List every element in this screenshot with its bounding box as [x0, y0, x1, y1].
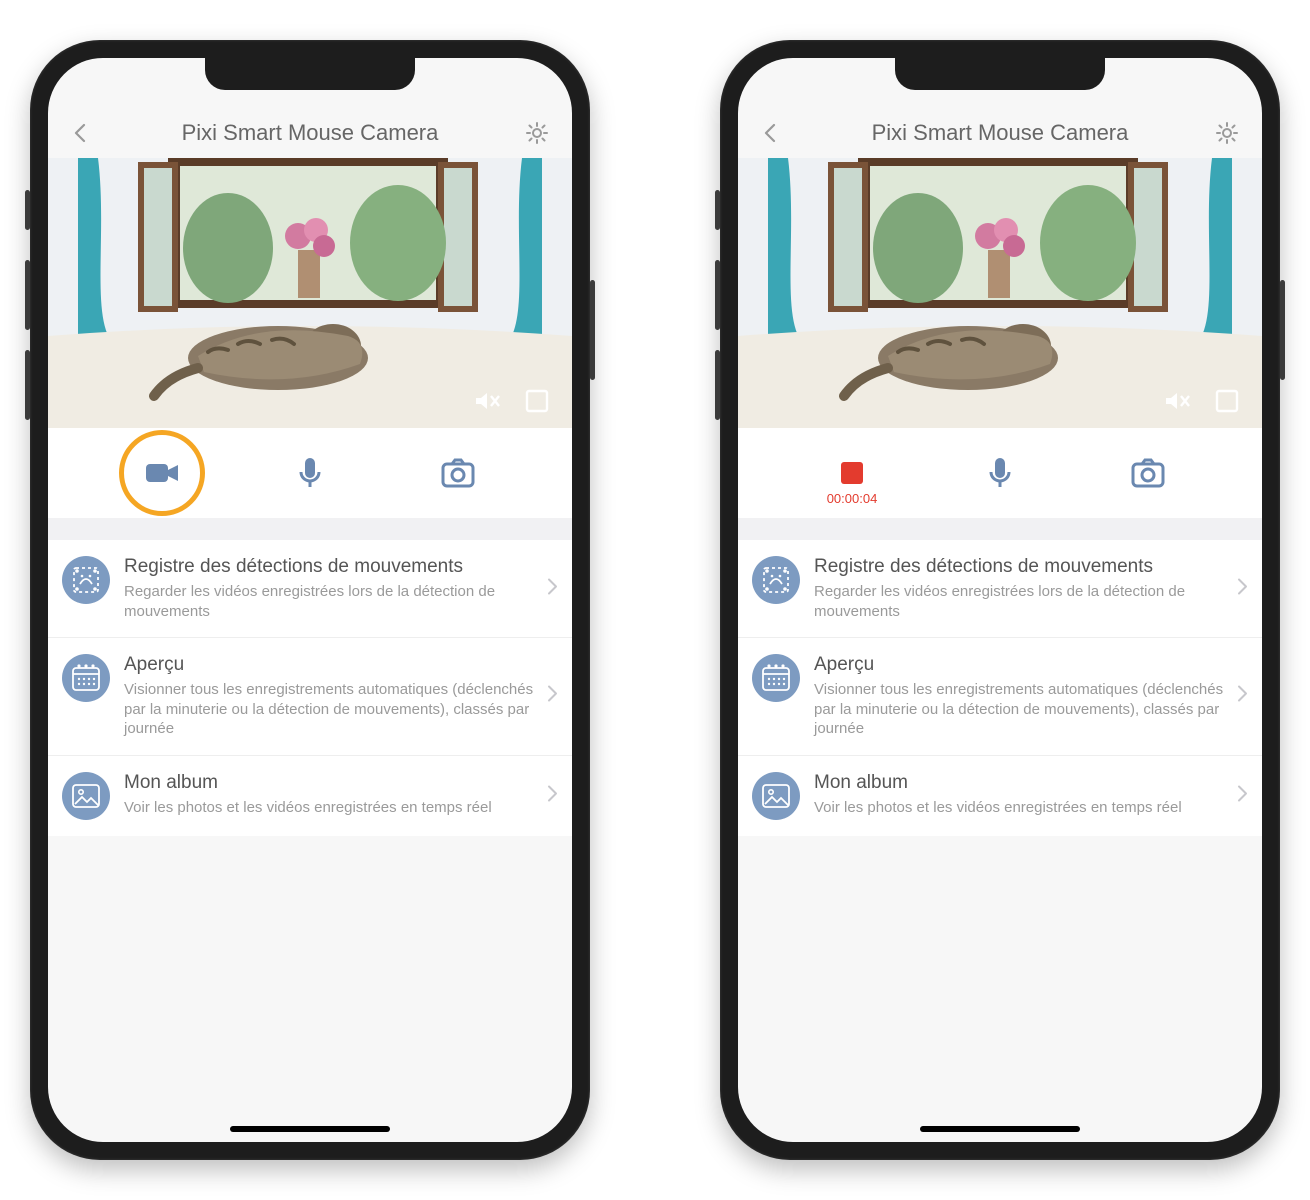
stop-recording-icon: [841, 462, 863, 484]
menu-title: Aperçu: [124, 654, 536, 676]
chevron-right-icon: [544, 783, 560, 808]
back-button[interactable]: [70, 122, 92, 144]
calendar-icon: [62, 654, 110, 702]
back-button[interactable]: [760, 122, 782, 144]
settings-button[interactable]: [1214, 120, 1240, 146]
menu-subtitle: Regarder les vidéos enregistrées lors de…: [814, 582, 1226, 621]
mute-button[interactable]: [472, 386, 502, 416]
talk-button[interactable]: [286, 449, 334, 497]
mute-button[interactable]: [1162, 386, 1192, 416]
camera-feed[interactable]: [48, 158, 572, 428]
snapshot-button[interactable]: [434, 449, 482, 497]
menu-item-motion-log[interactable]: Registre des détections de mouvements Re…: [738, 540, 1262, 638]
menu-subtitle: Regarder les vidéos enregistrées lors de…: [124, 582, 536, 621]
snapshot-button[interactable]: [1124, 449, 1172, 497]
menu-list: Registre des détections de mouvements Re…: [48, 540, 572, 836]
menu-title: Aperçu: [814, 654, 1226, 676]
page-title: Pixi Smart Mouse Camera: [872, 120, 1129, 146]
settings-button[interactable]: [524, 120, 550, 146]
menu-subtitle: Voir les photos et les vidéos enregistré…: [124, 798, 536, 818]
camera-feed[interactable]: [738, 158, 1262, 428]
talk-button[interactable]: [976, 449, 1024, 497]
menu-title: Registre des détections de mouvements: [124, 556, 536, 578]
menu-title: Registre des détections de mouvements: [814, 556, 1226, 578]
chevron-right-icon: [1234, 783, 1250, 808]
menu-item-motion-log[interactable]: Registre des détections de mouvements Re…: [48, 540, 572, 638]
chevron-right-icon: [544, 576, 560, 601]
home-indicator[interactable]: [230, 1126, 390, 1132]
home-indicator[interactable]: [920, 1126, 1080, 1132]
menu-subtitle: Visionner tous les enregistrements autom…: [814, 680, 1226, 739]
action-bar: [48, 428, 572, 518]
album-icon: [62, 772, 110, 820]
album-icon: [752, 772, 800, 820]
fullscreen-button[interactable]: [1212, 386, 1242, 416]
record-video-button[interactable]: [138, 449, 186, 497]
navbar: Pixi Smart Mouse Camera: [738, 108, 1262, 158]
chevron-right-icon: [1234, 684, 1250, 709]
action-bar: 00:00:04: [738, 428, 1262, 518]
menu-item-overview[interactable]: Aperçu Visionner tous les enregistrement…: [738, 638, 1262, 756]
menu-title: Mon album: [814, 772, 1226, 794]
fullscreen-button[interactable]: [522, 386, 552, 416]
menu-subtitle: Voir les photos et les vidéos enregistré…: [814, 798, 1226, 818]
menu-item-overview[interactable]: Aperçu Visionner tous les enregistrement…: [48, 638, 572, 756]
calendar-icon: [752, 654, 800, 702]
chevron-right-icon: [1234, 576, 1250, 601]
recording-timer: 00:00:04: [827, 491, 878, 506]
chevron-right-icon: [544, 684, 560, 709]
device-notch: [205, 58, 415, 90]
record-video-button[interactable]: 00:00:04: [828, 449, 876, 497]
motion-detection-icon: [752, 556, 800, 604]
menu-title: Mon album: [124, 772, 536, 794]
device-notch: [895, 58, 1105, 90]
navbar: Pixi Smart Mouse Camera: [48, 108, 572, 158]
menu-item-album[interactable]: Mon album Voir les photos et les vidéos …: [738, 756, 1262, 836]
phone-right: Pixi Smart Mouse Camera 00:00:04: [720, 40, 1280, 1160]
motion-detection-icon: [62, 556, 110, 604]
page-title: Pixi Smart Mouse Camera: [182, 120, 439, 146]
menu-subtitle: Visionner tous les enregistrements autom…: [124, 680, 536, 739]
menu-list: Registre des détections de mouvements Re…: [738, 540, 1262, 836]
menu-item-album[interactable]: Mon album Voir les photos et les vidéos …: [48, 756, 572, 836]
phone-left: Pixi Smart Mouse Camera: [30, 40, 590, 1160]
